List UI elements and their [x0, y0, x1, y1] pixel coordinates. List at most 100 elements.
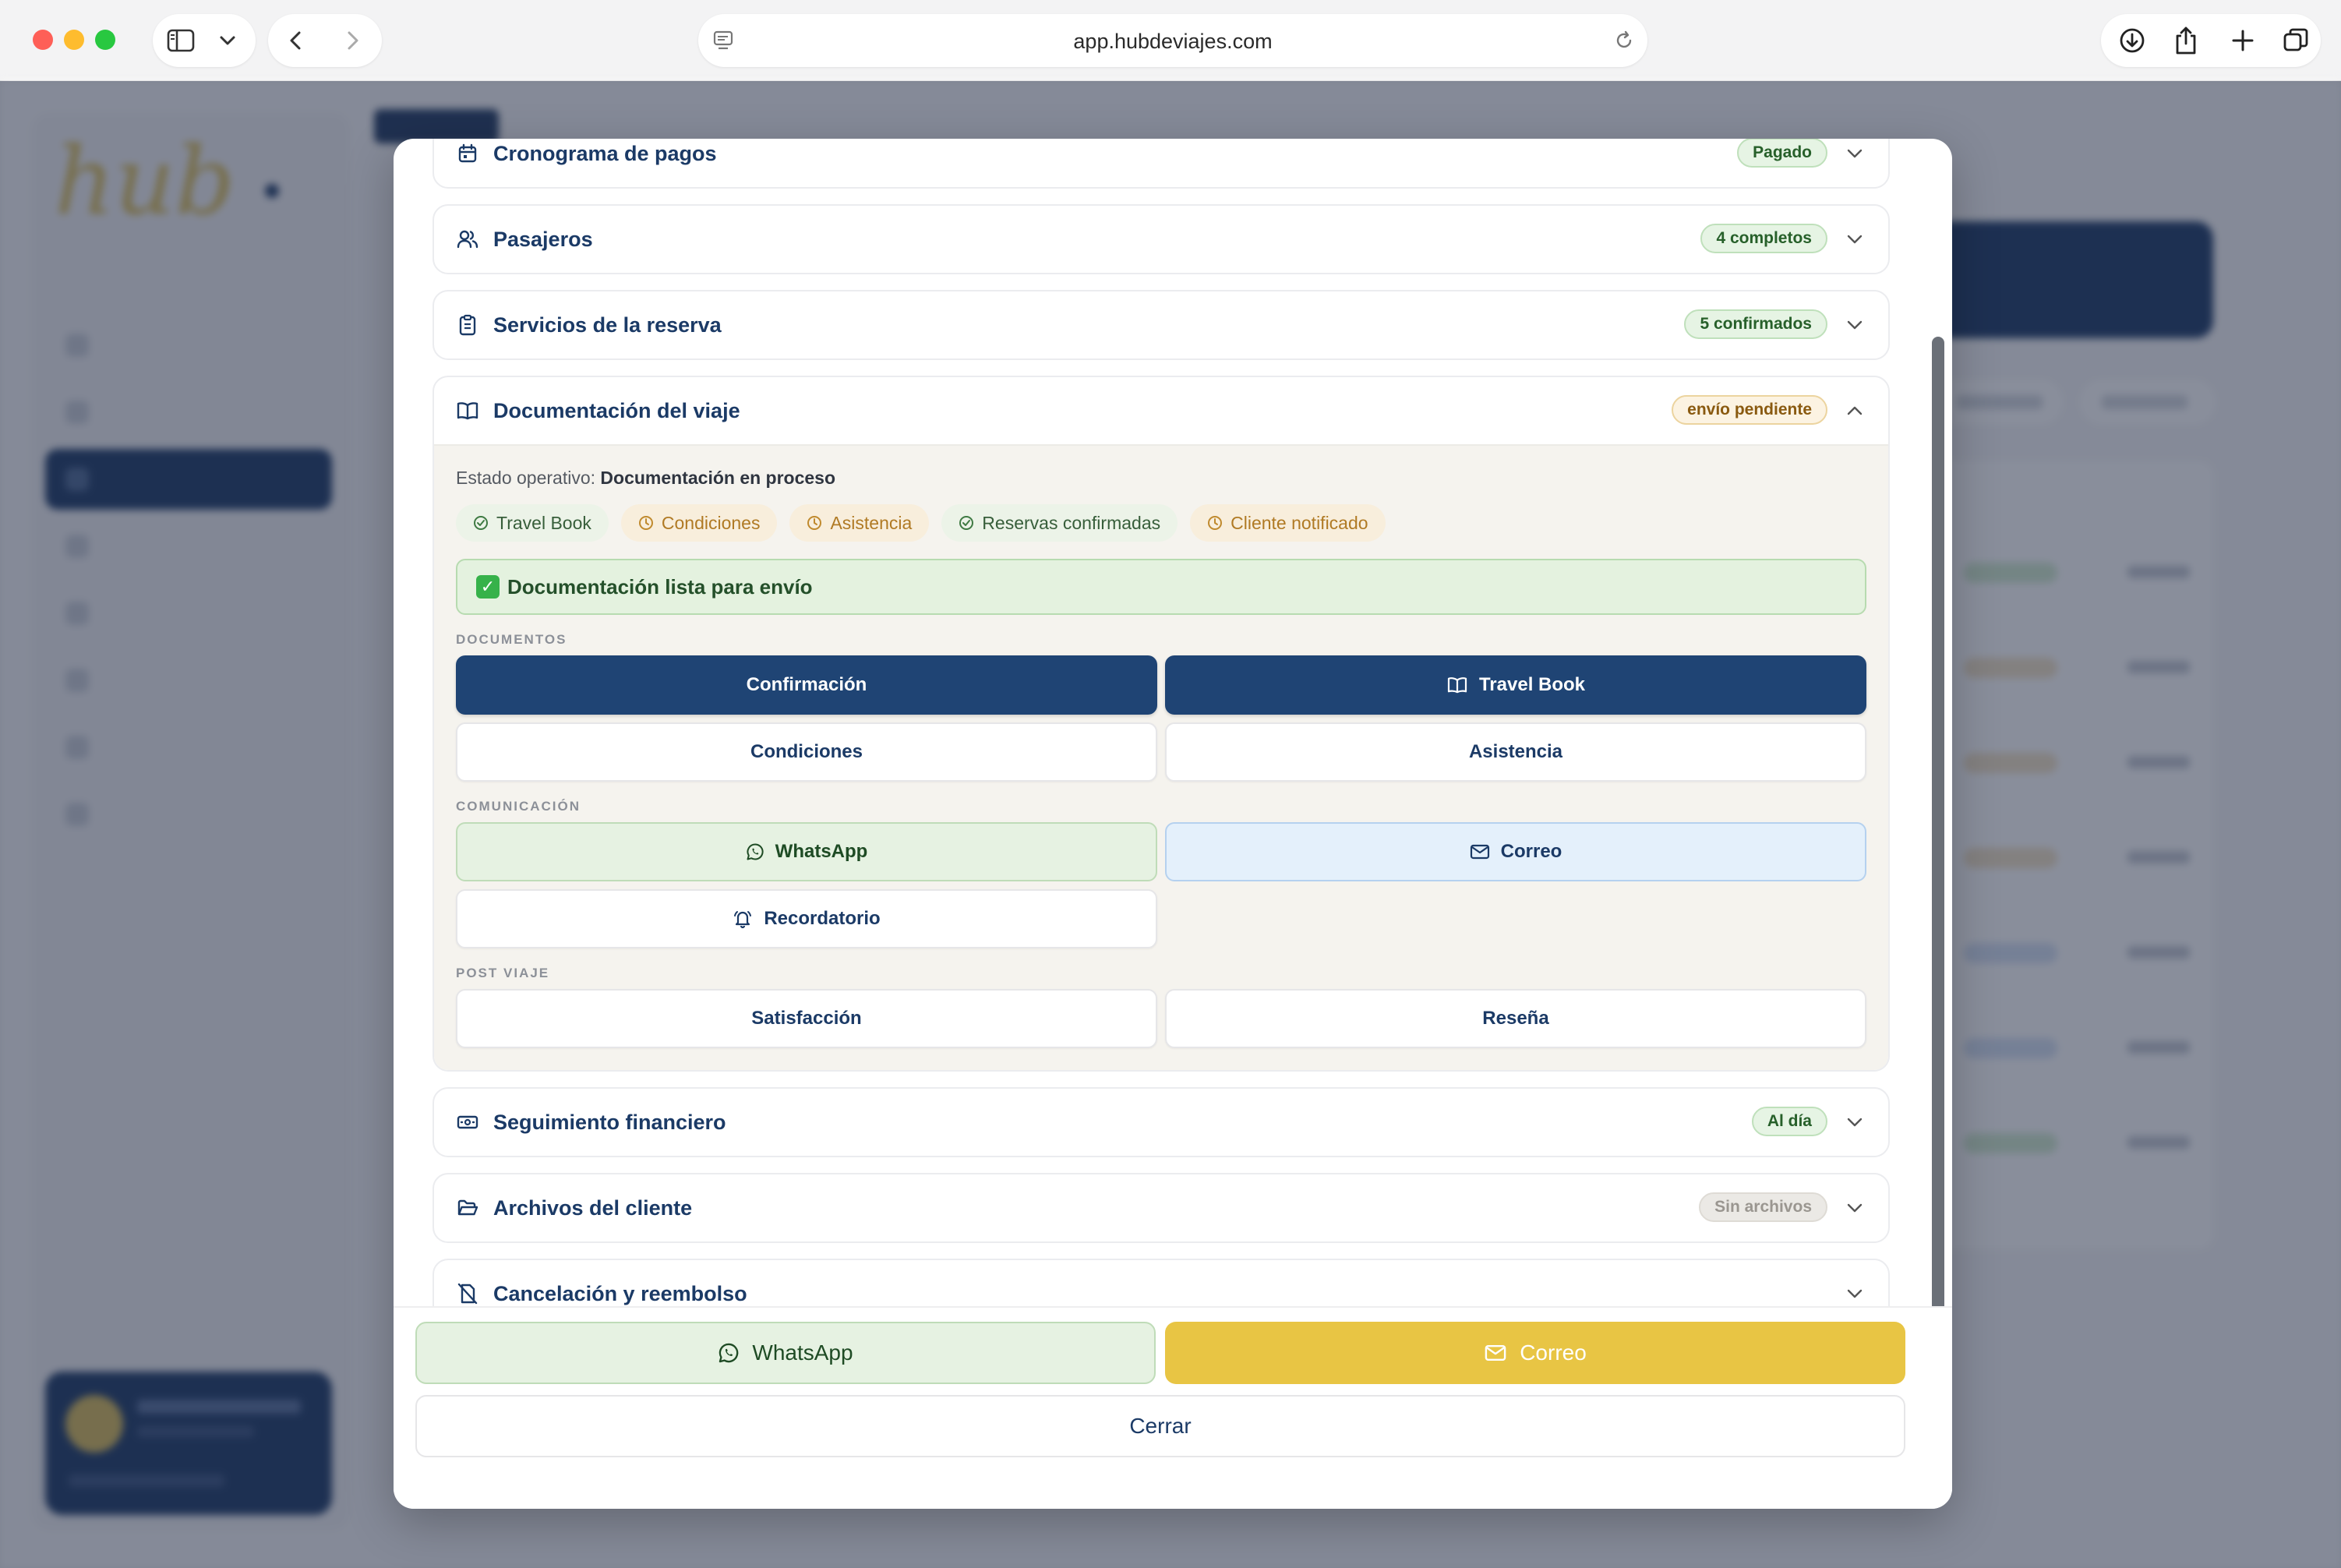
minimize-window-button[interactable]	[64, 30, 84, 50]
chip-assistance: Asistencia	[789, 504, 930, 542]
section-header[interactable]: Pasajeros 4 completos	[434, 206, 1888, 273]
url-text: app.hubdeviajes.com	[1073, 30, 1273, 53]
back-arrow-icon[interactable]	[285, 30, 307, 51]
chevron-down-icon[interactable]	[1843, 1111, 1866, 1134]
chevron-down-icon[interactable]	[1843, 228, 1866, 251]
reminder-button[interactable]: Recordatorio	[456, 889, 1157, 948]
close-modal-button[interactable]: Cerrar	[415, 1395, 1905, 1457]
section-title: Archivos del cliente	[493, 1195, 693, 1220]
section-title: Documentación del viaje	[493, 398, 740, 422]
ready-to-send-alert: ✓ Documentación lista para envío	[456, 559, 1866, 615]
communication-buttons: WhatsApp Correo Recordatorio	[456, 822, 1866, 948]
conditions-button[interactable]: Condiciones	[456, 722, 1157, 782]
chip-conditions: Condiciones	[620, 504, 778, 542]
confirmation-button[interactable]: Confirmación	[456, 655, 1157, 715]
section-passengers: Pasajeros 4 completos	[433, 204, 1890, 274]
button-label: Condiciones	[750, 741, 863, 762]
modal-footer: WhatsApp Correo Cerrar	[394, 1306, 1952, 1509]
section-title: Seguimiento financiero	[493, 1110, 726, 1134]
section-header[interactable]: Cancelación y reembolso	[434, 1260, 1888, 1306]
chip-label: Asistencia	[830, 512, 913, 533]
chevron-up-icon[interactable]	[1843, 399, 1866, 422]
status-badge: 4 completos	[1700, 224, 1827, 253]
whatsapp-button[interactable]: WhatsApp	[456, 822, 1157, 881]
sidebar-toggle-button[interactable]	[153, 14, 256, 67]
clock-icon	[638, 516, 653, 530]
status-badge: 5 confirmados	[1684, 309, 1827, 339]
section-trip-documentation: Documentación del viaje envío pendiente …	[433, 376, 1890, 1072]
button-label: Cerrar	[1129, 1414, 1192, 1438]
section-header[interactable]: Documentación del viaje envío pendiente	[434, 377, 1888, 444]
section-financial-tracking: Seguimiento financiero Al día	[433, 1087, 1890, 1157]
documents-buttons: Confirmación Travel Book Condiciones Asi…	[456, 655, 1866, 782]
chip-label: Travel Book	[496, 512, 591, 533]
chevron-down-icon[interactable]	[1843, 1282, 1866, 1305]
chip-label: Cliente notificado	[1231, 512, 1368, 533]
operational-state: Estado operativo: Documentación en proce…	[456, 468, 1866, 489]
clock-icon	[807, 516, 822, 530]
button-label: WhatsApp	[775, 841, 868, 862]
mail-icon	[1485, 1344, 1506, 1361]
whatsapp-icon	[747, 843, 764, 860]
operational-state-label: Estado operativo:	[456, 468, 596, 488]
chip-reservations-confirmed: Reservas confirmadas	[941, 504, 1178, 542]
travel-book-button[interactable]: Travel Book	[1165, 655, 1866, 715]
documentation-body: Estado operativo: Documentación en proce…	[434, 444, 1888, 1070]
checklist-chips: Travel Book Condiciones Asistencia Reser…	[456, 504, 1866, 542]
sidebar-icon	[167, 29, 195, 52]
tab-overview-icon[interactable]	[2282, 26, 2310, 55]
footer-whatsapp-button[interactable]: WhatsApp	[415, 1322, 1156, 1384]
section-header[interactable]: Cronograma de pagos Pagado	[434, 139, 1888, 187]
footer-email-button[interactable]: Correo	[1165, 1322, 1905, 1384]
chevron-down-icon[interactable]	[1843, 313, 1866, 337]
forward-arrow-icon[interactable]	[341, 30, 363, 51]
download-icon[interactable]	[2118, 26, 2146, 55]
section-client-files: Archivos del cliente Sin archivos	[433, 1173, 1890, 1243]
chip-label: Reservas confirmadas	[982, 512, 1161, 533]
operational-state-value: Documentación en proceso	[600, 468, 836, 488]
address-bar[interactable]: app.hubdeviajes.com	[698, 14, 1647, 67]
file-cancel-icon	[456, 1282, 479, 1305]
reload-icon[interactable]	[1613, 30, 1635, 51]
post-trip-group-label: POST VIAJE	[456, 966, 550, 980]
button-label: Confirmación	[746, 674, 867, 695]
status-badge: Al día	[1751, 1107, 1827, 1136]
button-label: Recordatorio	[764, 908, 881, 929]
calendar-icon	[456, 142, 479, 165]
mail-icon	[1470, 844, 1489, 860]
banknote-icon	[456, 1111, 479, 1134]
button-label: Asistencia	[1468, 741, 1563, 762]
status-badge: Pagado	[1737, 139, 1827, 168]
post-trip-buttons: Satisfacción Reseña	[456, 989, 1866, 1048]
review-button[interactable]: Reseña	[1165, 989, 1866, 1048]
section-payment-schedule: Cronograma de pagos Pagado	[433, 139, 1890, 189]
satisfaction-button[interactable]: Satisfacción	[456, 989, 1157, 1048]
check-mark-icon: ✓	[476, 575, 500, 599]
share-icon[interactable]	[2173, 25, 2199, 56]
communication-group-label: COMUNICACIÓN	[456, 799, 581, 814]
bell-ring-icon	[734, 911, 752, 929]
users-icon	[456, 228, 479, 251]
chip-travel-book: Travel Book	[456, 504, 609, 542]
ready-message: Documentación lista para envío	[507, 574, 813, 599]
chevron-down-icon[interactable]	[1843, 142, 1866, 165]
status-badge: envío pendiente	[1672, 395, 1827, 425]
chevron-down-icon[interactable]	[1843, 1196, 1866, 1220]
browser-actions	[2101, 14, 2321, 67]
section-title: Pasajeros	[493, 227, 593, 251]
reservation-modal: Cronograma de pagos Pagado Pasajeros 4 c…	[394, 139, 1952, 1509]
chevron-down-icon[interactable]	[218, 33, 237, 48]
book-open-icon	[1447, 677, 1467, 694]
section-header[interactable]: Seguimiento financiero Al día	[434, 1089, 1888, 1156]
modal-scroll-area[interactable]: Cronograma de pagos Pagado Pasajeros 4 c…	[394, 139, 1952, 1306]
zoom-window-button[interactable]	[95, 30, 115, 50]
check-circle-icon	[959, 516, 974, 530]
button-label: WhatsApp	[752, 1340, 853, 1365]
section-header[interactable]: Archivos del cliente Sin archivos	[434, 1174, 1888, 1241]
new-tab-icon[interactable]	[2230, 28, 2255, 53]
assistance-button[interactable]: Asistencia	[1165, 722, 1866, 782]
close-window-button[interactable]	[33, 30, 53, 50]
section-header[interactable]: Servicios de la reserva 5 confirmados	[434, 291, 1888, 358]
button-label: Satisfacción	[751, 1008, 862, 1029]
email-button[interactable]: Correo	[1165, 822, 1866, 881]
